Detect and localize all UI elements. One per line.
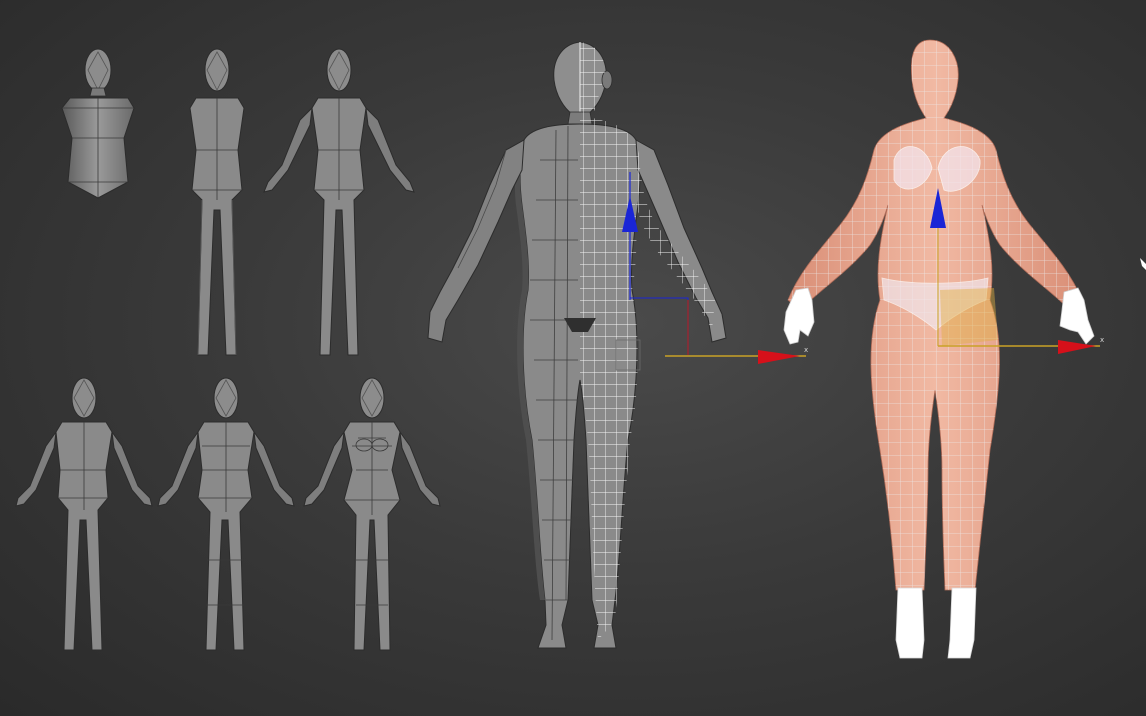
mouse-cursor-icon <box>1140 258 1146 270</box>
mesh-stage-4-refine[interactable] <box>15 377 153 651</box>
mesh-figure-half-wireframe[interactable] <box>427 40 730 650</box>
mesh-stage-3-arms[interactable] <box>263 48 415 356</box>
3d-viewport[interactable]: x x <box>0 0 1146 716</box>
gizmo-axis-label: x <box>804 346 808 354</box>
mesh-stage-6-refine[interactable] <box>303 377 441 651</box>
mesh-stage-1-torso[interactable] <box>61 48 135 199</box>
viewport-canvas[interactable]: x x <box>0 0 1146 716</box>
textured-figure[interactable] <box>780 36 1095 659</box>
gizmo-axis-label: x <box>1100 336 1104 344</box>
mesh-stage-2-legs[interactable] <box>189 48 245 356</box>
mesh-stage-5-refine[interactable] <box>157 377 295 651</box>
